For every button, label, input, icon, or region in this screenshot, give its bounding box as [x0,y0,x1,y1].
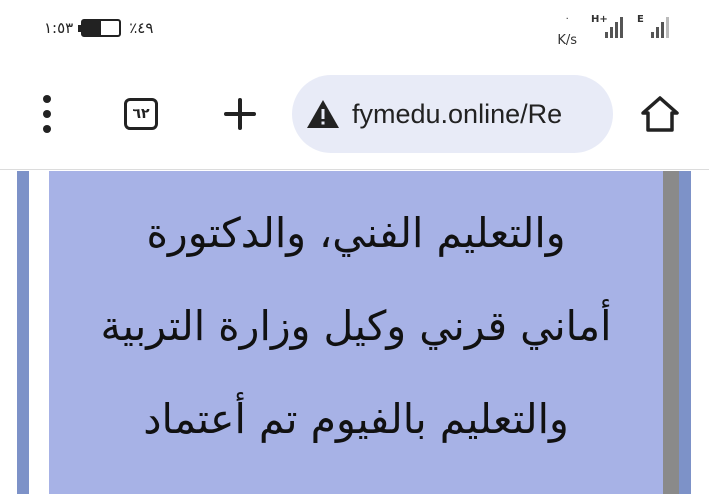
tab-count: ٦٢ [132,106,150,122]
network-speed: · K/s [557,14,577,48]
signal-type-sim1: H+ [591,14,608,25]
article-box: والتعليم الفني، والدكتورة أماني قرني وكي… [49,171,663,494]
home-icon[interactable] [640,95,680,133]
status-right-cluster: · K/s H+ E [557,14,669,48]
warning-icon[interactable] [306,99,340,129]
article-line: والتعليم بالفيوم تم أعتماد [143,395,569,443]
battery-fill [83,21,101,35]
network-speed-unit: K/s [557,33,577,48]
frame-border-right [679,171,691,494]
battery-icon [78,19,122,37]
article-line: أماني قرني وكيل وزارة التربية [100,302,612,350]
signal-type-sim2: E [637,14,644,25]
clock: ١:٥٣ [44,19,74,37]
article-text: والتعليم الفني، والدكتورة أماني قرني وكي… [49,171,663,466]
more-menu-icon[interactable] [36,95,58,133]
frame-gap-left [29,171,49,494]
signal-icon-sim2: E [637,14,669,38]
article-line: والتعليم الفني، والدكتورة [146,209,566,257]
tab-switcher-button[interactable]: ٦٢ [124,98,158,130]
url-text[interactable]: fymedu.online/Re [352,99,562,130]
signal-icon-sim1: H+ [591,14,623,38]
frame-shadow-right [663,171,679,494]
status-bar: ١:٥٣ ٪٤٩ · K/s H+ E [0,0,709,58]
browser-toolbar: ٦٢ fymedu.online/Re [0,58,709,170]
frame-border-left [17,171,29,494]
battery-percent: ٪٤٩ [129,19,154,37]
status-left-cluster: ١:٥٣ ٪٤٩ [44,16,153,40]
web-content: والتعليم الفني، والدكتورة أماني قرني وكي… [0,171,709,494]
url-bar[interactable]: fymedu.online/Re [292,75,613,153]
new-tab-icon[interactable] [220,94,260,134]
